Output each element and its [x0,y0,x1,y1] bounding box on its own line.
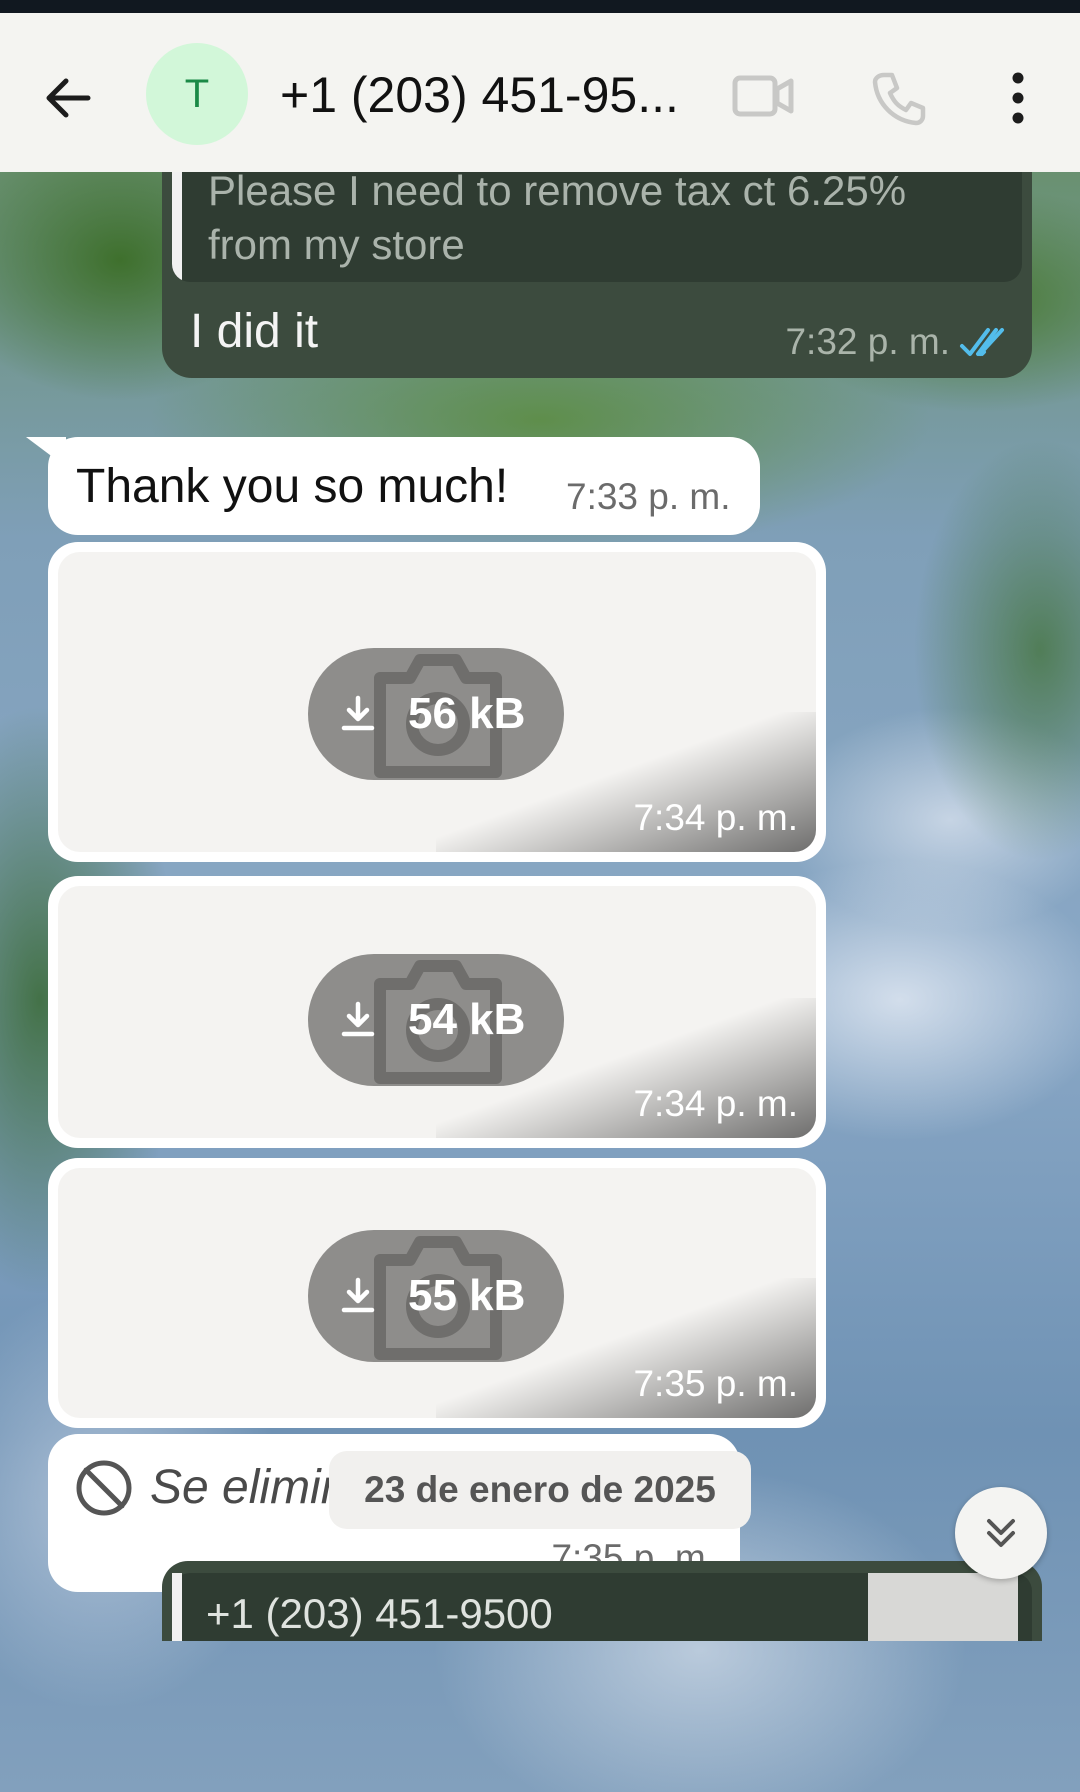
status-bar [0,0,1080,13]
download-icon [341,695,375,731]
image-placeholder[interactable]: 55 kB 7:35 p. m. [58,1168,816,1418]
image-message[interactable]: 56 kB 7:34 p. m. [48,542,826,862]
phone-call-icon[interactable] [870,70,928,128]
quoted-sender: +1 (203) 451-9500 [206,1590,553,1637]
message-time: 7:32 p. m. [785,321,950,362]
image-message[interactable]: 54 kB 7:34 p. m. [48,876,826,1148]
chat-header: T +1 (203) 451-95... [0,13,1080,172]
outgoing-message-partial[interactable]: +1 (203) 451-9500 [162,1561,1042,1641]
bubble-tail [26,437,66,467]
scroll-to-bottom-button[interactable] [955,1487,1047,1579]
video-call-icon[interactable] [732,73,794,119]
image-placeholder[interactable]: 56 kB 7:34 p. m. [58,552,816,852]
image-placeholder[interactable]: 54 kB 7:34 p. m. [58,886,816,1138]
message-text: Thank you so much! [76,460,509,513]
message-time: 7:34 p. m. [633,797,798,838]
message-time: 7:34 p. m. [633,1083,798,1124]
contact-avatar[interactable]: T [146,43,248,145]
quoted-text: Please I need to remove tax ct 6.25% fro… [208,172,907,268]
image-message[interactable]: 55 kB 7:35 p. m. [48,1158,826,1428]
incoming-message[interactable]: Thank you so much! 7:33 p. m. [26,437,760,535]
download-icon [341,1277,375,1313]
outgoing-message[interactable]: Please I need to remove tax ct 6.25% fro… [162,172,1032,378]
double-check-icon [960,328,1004,356]
message-time: 7:35 p. m. [633,1363,798,1404]
quoted-message[interactable]: Please I need to remove tax ct 6.25% fro… [172,172,1022,282]
quote-bar [172,1573,182,1641]
message-list[interactable]: Please I need to remove tax ct 6.25% fro… [0,172,1080,1792]
quoted-thumbnail [868,1573,1018,1641]
date-separator: 23 de enero de 2025 [329,1451,751,1529]
blocked-icon [76,1460,132,1516]
double-chevron-down-icon [987,1519,1015,1547]
message-time: 7:33 p. m. [566,476,731,517]
download-icon [341,1001,375,1037]
more-options-icon[interactable] [1000,68,1036,128]
message-text: I did it [190,305,319,358]
contact-name[interactable]: +1 (203) 451-95... [280,65,700,125]
back-arrow-icon[interactable] [38,68,98,128]
quote-bar [172,172,182,282]
